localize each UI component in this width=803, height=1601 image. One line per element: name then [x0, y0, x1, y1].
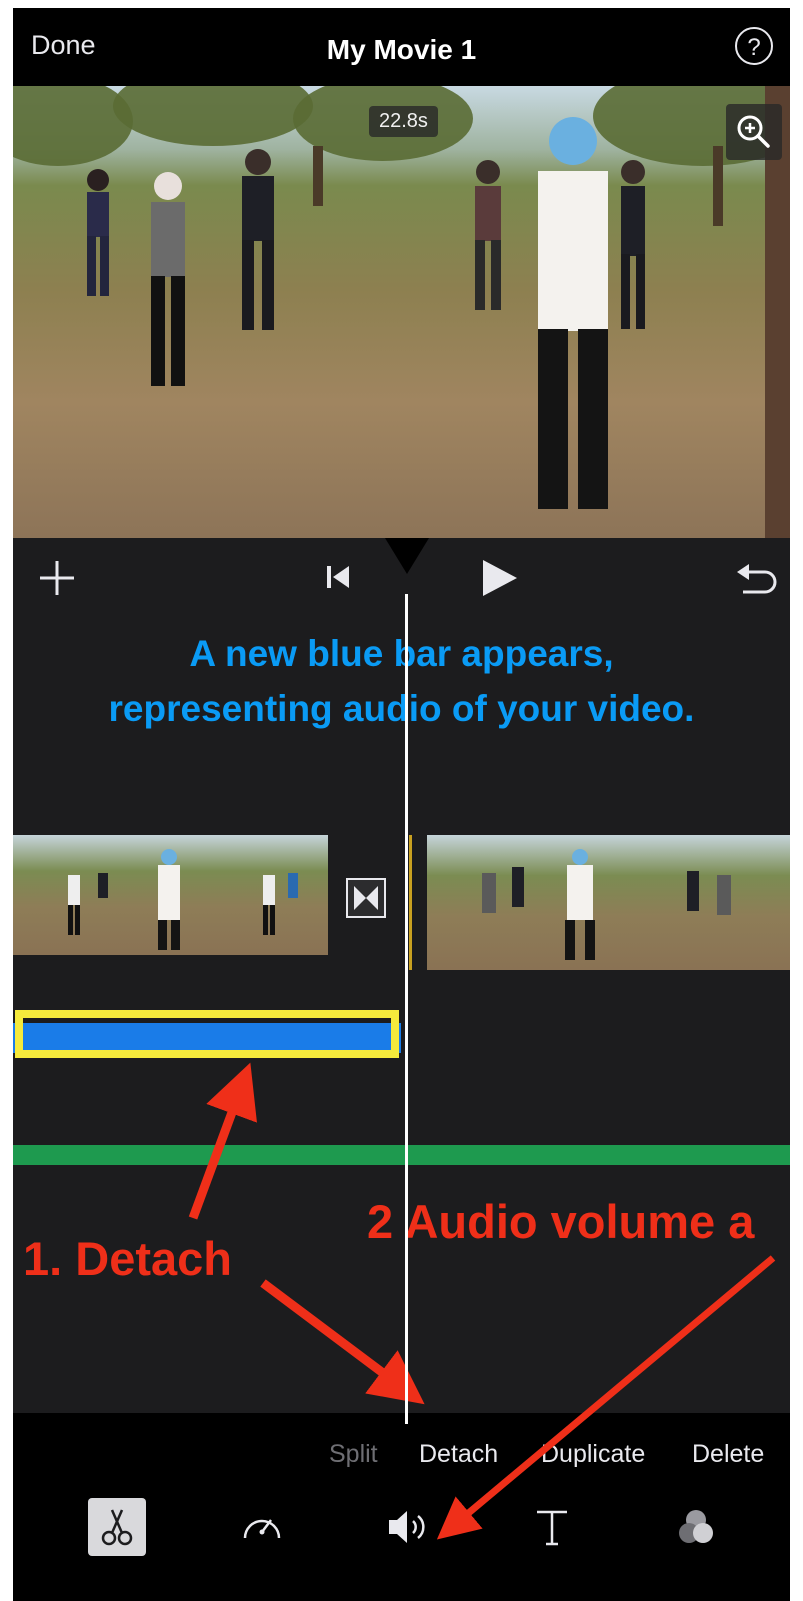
- playhead-line: [405, 594, 408, 1424]
- annotation-arrows: [188, 1062, 776, 1540]
- imovie-app: Done My Movie 1 ? 22.8s A new blue bar a…: [13, 8, 790, 1601]
